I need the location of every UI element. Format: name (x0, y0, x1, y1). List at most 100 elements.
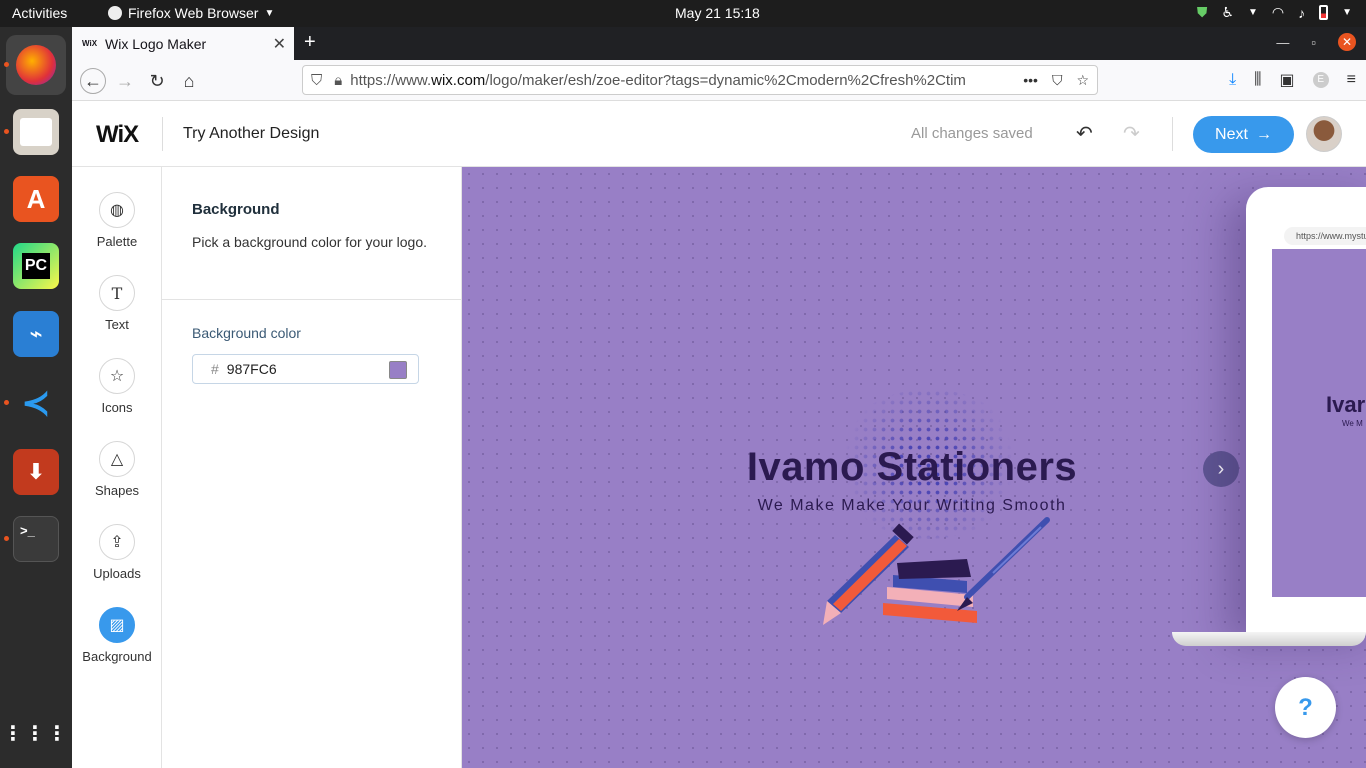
forward-button[interactable]: → (112, 68, 138, 94)
arrow-right-icon: → (1255, 125, 1272, 143)
files-icon[interactable] (13, 109, 59, 155)
tab-wix-logo-maker[interactable]: WiX Wix Logo Maker ✕ (72, 27, 294, 60)
terminal-icon[interactable]: >_ (13, 516, 59, 562)
running-indicator (4, 400, 9, 405)
vscode-icon[interactable]: ≺ (13, 380, 59, 426)
stationery-illustration[interactable] (817, 515, 1057, 635)
clock[interactable]: May 21 15:18 (675, 5, 760, 21)
next-button[interactable]: Next → (1193, 116, 1294, 153)
activities-button[interactable]: Activities (12, 5, 67, 21)
palette-icon: ◍ (99, 192, 135, 228)
app-grid-icon[interactable]: ⋮⋮⋮ (3, 710, 67, 756)
minimize-icon[interactable]: — (1276, 35, 1289, 50)
downloader-icon[interactable]: ⬇ (13, 449, 59, 495)
help-button[interactable]: ? (1275, 677, 1336, 738)
tab-title: Wix Logo Maker (105, 35, 207, 52)
volume-icon: ♪ (1298, 4, 1306, 21)
tool-label: Uploads (93, 566, 141, 581)
tool-icons[interactable]: ☆ Icons (72, 358, 162, 415)
url-path: /logo/maker/esh/zoe-editor?tags=dynamic%… (485, 71, 966, 89)
dock: A PC ⌁ ≺ ⬇ >_ ⋮⋮⋮ (0, 27, 72, 768)
background-color-input[interactable]: # 987FC6 (192, 354, 419, 384)
divider (162, 117, 163, 151)
tab-strip: WiX Wix Logo Maker ✕ + — ▫ ✕ (72, 27, 1366, 60)
chevron-down-icon: ▼ (1342, 7, 1352, 18)
laptop-base (1172, 632, 1366, 646)
home-button[interactable]: ⌂ (176, 68, 202, 94)
url-domain: wix.com (431, 71, 486, 89)
tracking-shield-icon[interactable]: ⛉ (311, 72, 322, 89)
star-icon: ☆ (99, 358, 135, 394)
wix-favicon: WiX (82, 39, 98, 48)
mockup-url: https://www.mystu (1284, 227, 1366, 245)
hash-prefix: # (211, 361, 219, 377)
url-bar[interactable]: ⛉ 🔒︎ https://www. wix.com/logo/maker/esh/… (302, 65, 1098, 95)
tool-background[interactable]: ▨ Background (72, 607, 162, 664)
new-tab-button[interactable]: + (304, 31, 316, 54)
system-monitor-icon[interactable]: ⌁ (13, 311, 59, 357)
tool-sidebar: ◍ Palette T Text ☆ Icons △ Shapes ⇪ Uplo… (72, 167, 162, 768)
laptop-mockup: https://www.mystu Ivar We M (1246, 187, 1366, 633)
next-preview-arrow-icon[interactable]: › (1203, 451, 1239, 487)
pocket-icon[interactable]: ⛉ (1052, 72, 1063, 89)
tool-label: Background (82, 649, 152, 664)
upload-icon: ⇪ (99, 524, 135, 560)
menu-icon[interactable]: ≡ (1347, 71, 1356, 89)
divider (1172, 117, 1173, 151)
close-tab-icon[interactable]: ✕ (273, 34, 286, 54)
pen-icon (957, 517, 1050, 611)
bookmark-star-icon[interactable]: ☆ (1076, 72, 1089, 89)
tool-label: Icons (101, 400, 133, 415)
firefox-small-icon (108, 6, 122, 20)
account-icon[interactable]: E (1312, 72, 1329, 88)
tool-palette[interactable]: ◍ Palette (72, 192, 162, 249)
color-swatch[interactable] (389, 361, 407, 379)
tool-text[interactable]: T Text (72, 275, 162, 332)
lock-icon[interactable]: 🔒︎ (334, 72, 342, 89)
avatar[interactable] (1306, 116, 1342, 152)
tool-shapes[interactable]: △ Shapes (72, 441, 162, 498)
wix-header: WiX Try Another Design All changes saved… (72, 101, 1366, 167)
software-center-icon[interactable]: A (13, 176, 59, 222)
text-icon: T (99, 275, 135, 311)
color-hex-value[interactable]: 987FC6 (227, 361, 277, 377)
more-actions-icon[interactable]: ••• (1023, 72, 1038, 89)
firefox-icon[interactable] (6, 35, 66, 95)
app-menu[interactable]: Firefox Web Browser ▼ (108, 5, 274, 21)
app-menu-label: Firefox Web Browser (128, 5, 259, 21)
background-color-label: Background color (192, 325, 301, 341)
library-icon[interactable]: ⫼ (1254, 71, 1261, 89)
logo-brand-name[interactable]: Ivamo Stationers (712, 445, 1112, 490)
books-icon (883, 559, 977, 623)
accessibility-icon: ♿ (1221, 4, 1234, 20)
panel-description: Pick a background color for your logo. (192, 234, 428, 250)
save-status: All changes saved (911, 125, 1033, 142)
url-actions: ••• ⛉ ☆ (1023, 72, 1089, 89)
toolbar-right: ⤓ ⫼ ▣ E ≡ (1229, 70, 1356, 90)
maximize-icon[interactable]: ▫ (1311, 35, 1316, 50)
downloads-icon[interactable]: ⤓ (1229, 71, 1236, 89)
wix-logo[interactable]: WiX (96, 121, 139, 149)
logo-tagline[interactable]: We Make Make Your Writing Smooth (712, 497, 1112, 515)
mockup-tagline: We M (1342, 419, 1363, 428)
sidebar-icon[interactable]: ▣ (1280, 70, 1295, 90)
running-indicator (4, 536, 9, 541)
logo-canvas: Ivamo Stationers We Make Make Your Writi… (462, 167, 1366, 768)
running-indicator (4, 129, 9, 134)
running-indicator (4, 62, 9, 67)
undo-icon[interactable]: ↶ (1076, 121, 1093, 146)
try-another-design-link[interactable]: Try Another Design (183, 125, 319, 143)
wifi-icon: ◠ (1271, 4, 1285, 20)
shield-icon: ⛊ (1196, 4, 1208, 20)
next-button-label: Next (1215, 125, 1248, 143)
tool-label: Text (105, 317, 129, 332)
close-window-icon[interactable]: ✕ (1338, 33, 1356, 51)
tool-uploads[interactable]: ⇪ Uploads (72, 524, 162, 581)
divider (162, 299, 462, 300)
back-button[interactable]: ← (80, 68, 106, 94)
reload-button[interactable]: ↻ (144, 68, 170, 94)
redo-icon[interactable]: ↷ (1123, 121, 1140, 146)
system-tray[interactable]: ⛊ ♿ ▼ ◠ ♪ ▼ (1197, 4, 1352, 21)
pycharm-icon[interactable]: PC (13, 243, 59, 289)
tool-label: Palette (96, 234, 138, 249)
